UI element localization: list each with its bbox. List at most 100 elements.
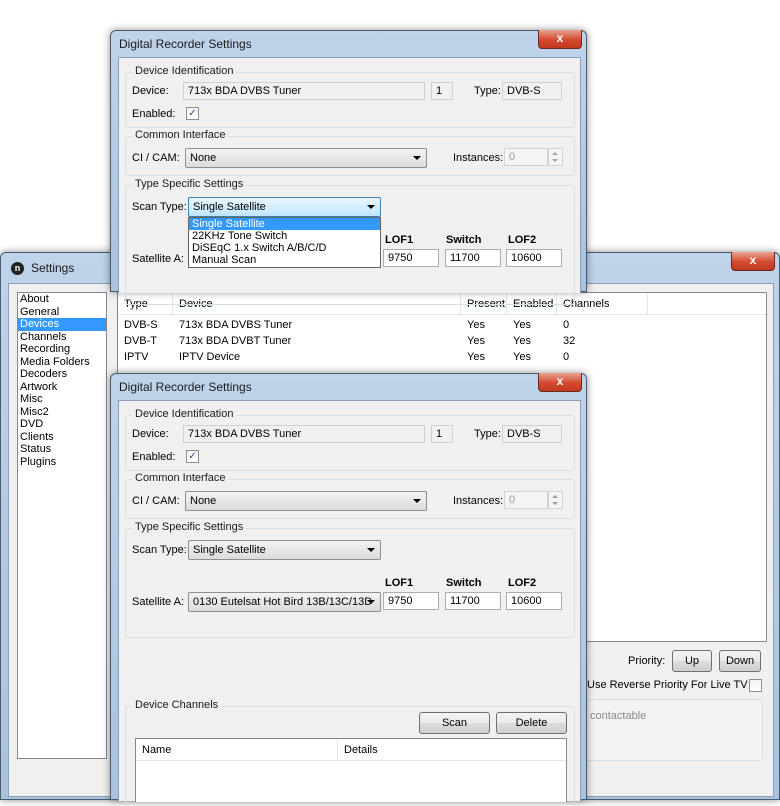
chevron-down-icon [367,548,375,552]
device-index-field: 1 [431,82,453,100]
instances-field[interactable]: 0 [504,491,548,509]
device-label: Device: [132,85,169,97]
scan-type-select-value: Single Satellite [193,544,266,556]
cell-type: DVB-S [124,319,158,331]
device-index-field: 1 [431,425,453,443]
table-row[interactable]: IPTV IPTV Device Yes Yes 0 [118,351,766,367]
sidebar-item-decoders[interactable]: Decoders [18,368,106,381]
common-interface-legend: Common Interface [132,129,229,141]
priority-up-button[interactable]: Up [672,650,712,672]
sidebar-item-media-folders[interactable]: Media Folders [18,356,106,369]
recorder-dialog-bottom-title: Digital Recorder Settings [119,380,252,394]
scan-type-select[interactable]: Single Satellite [188,540,381,560]
priority-down-button[interactable]: Down [719,650,761,672]
scan-type-select[interactable]: Single Satellite [188,197,381,217]
sidebar-item-channels[interactable]: Channels [18,331,106,344]
app-logo-icon: n [11,262,24,275]
col-name[interactable]: Name [136,739,338,761]
settings-sidebar: About General Devices Channels Recording Medi… [17,292,107,759]
lof1-field[interactable]: 9750 [383,249,439,267]
instances-label: Instances: [453,152,504,164]
cell-enabled: Yes [513,319,531,331]
cell-channels: 0 [563,351,570,363]
recorder-dialog-bottom-close-button[interactable]: x [538,373,582,392]
recorder-dialog-top-client: Device Identification Device: 713x BDA D… [118,57,581,305]
recorder-dialog-top-title: Digital Recorder Settings [119,37,252,51]
scan-type-option[interactable]: Single Satellite [189,218,380,230]
satellite-select[interactable]: 0130 Eutelsat Hot Bird 13B/13C/13D [188,592,381,612]
instances-label: Instances: [453,495,504,507]
sidebar-item-devices[interactable]: Devices [18,318,106,331]
table-row[interactable]: DVB-T 713x BDA DVBT Tuner Yes Yes 32 [118,335,766,351]
sidebar-item-artwork[interactable]: Artwork [18,381,106,394]
chevron-down-icon [413,499,421,503]
device-name-field: 713x BDA DVBS Tuner [183,425,425,443]
scan-type-option[interactable]: DiSEqC 1.x Switch A/B/C/D [189,242,380,254]
instances-field[interactable]: 0 [504,148,548,166]
spin-up-icon [552,152,558,155]
priority-label: Priority: [628,655,666,667]
device-channels-header: Name Details [136,739,566,761]
type-specific-legend: Type Specific Settings [132,178,247,190]
sidebar-item-misc2[interactable]: Misc2 [18,406,106,419]
recorder-dialog-top-close-button[interactable]: x [538,30,582,49]
switch-header: Switch [446,234,482,246]
lof1-header: LOF1 [385,234,414,246]
chevron-down-icon [367,600,375,604]
lof2-field[interactable]: 10600 [506,592,562,610]
type-label: Type: [474,85,501,97]
cell-present: Yes [467,335,485,347]
sidebar-item-general[interactable]: General [18,306,106,319]
scan-button[interactable]: Scan [419,712,490,734]
cicam-select[interactable]: None [185,491,427,511]
device-channels-legend: Device Channels [132,699,222,711]
scan-type-select-value: Single Satellite [193,201,266,213]
sidebar-item-clients[interactable]: Clients [18,431,106,444]
delete-button[interactable]: Delete [496,712,567,734]
col-details[interactable]: Details [338,739,566,761]
type-label: Type: [474,428,501,440]
cicam-select[interactable]: None [185,148,427,168]
status-text: contactable [590,710,647,722]
lof2-field[interactable]: 10600 [506,249,562,267]
settings-close-button[interactable]: x [731,252,775,271]
sidebar-item-recording[interactable]: Recording [18,343,106,356]
instances-spinner[interactable] [548,491,563,509]
lof1-header: LOF1 [385,577,414,589]
reverse-priority-checkbox[interactable] [749,679,762,692]
cell-enabled: Yes [513,335,531,347]
table-row[interactable]: DVB-S 713x BDA DVBS Tuner Yes Yes 0 [118,319,766,335]
cicam-select-value: None [190,495,217,507]
device-label: Device: [132,428,169,440]
reverse-priority-label: Use Reverse Priority For Live TV [587,679,748,691]
enabled-checkbox[interactable]: ✓ [186,107,199,120]
cell-device: 713x BDA DVBT Tuner [179,335,292,347]
sidebar-item-status[interactable]: Status [18,443,106,456]
recorder-dialog-bottom: Digital Recorder Settings x Device Ident… [110,373,587,806]
switch-field[interactable]: 11700 [445,249,501,267]
sidebar-item-about[interactable]: About [18,293,106,306]
cell-enabled: Yes [513,351,531,363]
switch-field[interactable]: 11700 [445,592,501,610]
type-specific-legend: Type Specific Settings [132,521,247,533]
cicam-select-value: None [190,152,217,164]
type-field: DVB-S [502,425,562,443]
scan-type-option[interactable]: 22KHz Tone Switch [189,230,380,242]
sidebar-item-misc[interactable]: Misc [18,393,106,406]
enabled-checkbox[interactable]: ✓ [186,450,199,463]
spin-down-icon [552,159,558,162]
scan-type-dropdown-list: Single Satellite 22KHz Tone Switch DiSEqC … [188,217,381,268]
recorder-dialog-bottom-client: Device Identification Device: 713x BDA D… [118,400,581,806]
scan-type-option[interactable]: Manual Scan [189,254,380,266]
cell-channels: 32 [563,335,576,347]
instances-spinner[interactable] [548,148,563,166]
lof1-field[interactable]: 9750 [383,592,439,610]
scan-type-label: Scan Type: [132,544,187,556]
sidebar-item-dvd[interactable]: DVD [18,418,106,431]
sidebar-item-plugins[interactable]: Plugins [18,456,106,469]
lof2-header: LOF2 [508,577,537,589]
device-identification-legend: Device Identification [132,408,237,420]
recorder-dialog-top: Digital Recorder Settings x Device Ident… [110,30,587,305]
status-panel: contactable [585,699,763,761]
device-channels-table: Name Details [135,738,567,802]
